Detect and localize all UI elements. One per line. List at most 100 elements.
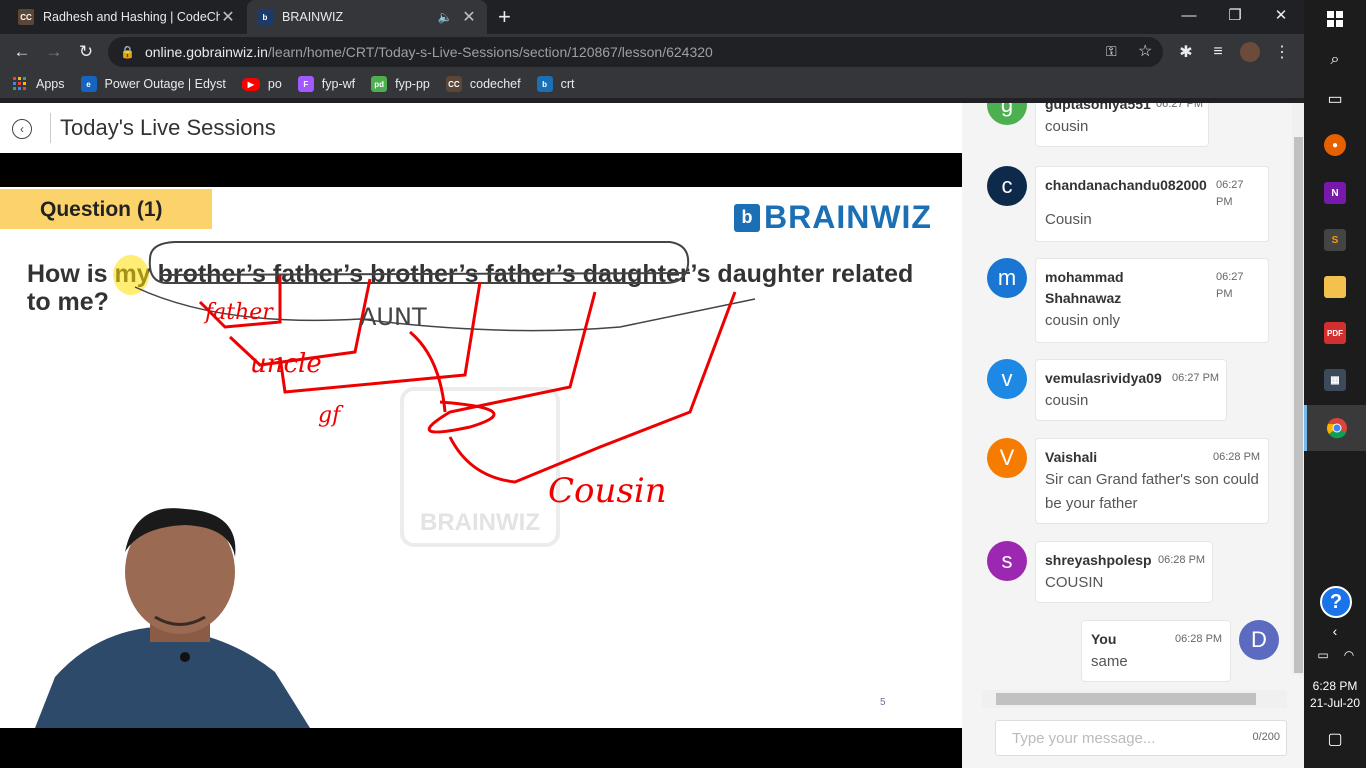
bookmark-apps[interactable]: Apps bbox=[12, 76, 65, 92]
tab-title: BRAINWIZ bbox=[282, 10, 344, 24]
slide-number: 5 bbox=[880, 697, 886, 708]
windows-start-icon[interactable] bbox=[1320, 4, 1350, 34]
username: mohammad Shahnawaz bbox=[1045, 269, 1124, 306]
username: chandanachandu082000 bbox=[1045, 177, 1207, 193]
media-control-icon[interactable]: ≡ bbox=[1206, 40, 1230, 64]
key-icon[interactable]: ⚿ bbox=[1106, 43, 1117, 60]
menu-icon[interactable]: ⋮ bbox=[1270, 40, 1294, 64]
avatar: c bbox=[987, 166, 1027, 206]
tab-brainwiz[interactable]: b BRAINWIZ 🔈 ✕ bbox=[247, 0, 487, 34]
strike-through bbox=[159, 272, 691, 276]
search-icon[interactable]: ⌕ bbox=[1320, 45, 1350, 75]
pdf-reader-icon[interactable]: PDF bbox=[1320, 318, 1350, 348]
back-button[interactable]: ← bbox=[10, 40, 34, 64]
onenote-icon[interactable]: N bbox=[1320, 178, 1350, 208]
back-circle-icon[interactable]: ‹ bbox=[12, 119, 32, 139]
restore-button[interactable]: ❐ bbox=[1212, 0, 1258, 30]
bookmark-fyp-pp[interactable]: pd fyp-pp bbox=[371, 76, 430, 92]
url-path: /learn/home/CRT/Today-s-Live-Sessions/se… bbox=[267, 44, 713, 60]
address-bar[interactable]: 🔒 online.gobrainwiz.in /learn/home/CRT/T… bbox=[108, 37, 1163, 67]
bookmarks-bar: Apps e Power Outage | Edyst ▶ po F fyp-w… bbox=[0, 70, 1304, 98]
slide: Question (1) b BRAINWIZ BRAINWIZ How is … bbox=[0, 187, 962, 728]
avatar: D bbox=[1239, 620, 1279, 660]
firefox-icon[interactable]: ● bbox=[1320, 130, 1350, 160]
lock-icon: 🔒 bbox=[120, 45, 135, 59]
clock-date: 21-Jul-20 bbox=[1309, 696, 1361, 710]
bookmark-edyst[interactable]: e Power Outage | Edyst bbox=[80, 76, 226, 92]
timestamp: 06:27 PM bbox=[1172, 372, 1220, 384]
task-view-icon[interactable]: ▭ bbox=[1320, 84, 1350, 114]
bookmark-label: Apps bbox=[36, 77, 65, 91]
codechef-favicon-icon: CC bbox=[18, 9, 34, 25]
sublime-text-icon[interactable]: S bbox=[1320, 225, 1350, 255]
forward-button[interactable]: → bbox=[42, 40, 66, 64]
system-clock[interactable]: 6:28 PM 21-Jul-20 bbox=[1304, 678, 1366, 712]
bookmark-po[interactable]: ▶ po bbox=[241, 77, 282, 91]
new-tab-button[interactable]: + bbox=[498, 4, 511, 30]
scroll-thumb[interactable] bbox=[996, 693, 1256, 705]
help-icon[interactable]: ? bbox=[1320, 586, 1352, 618]
message-bubble: mohammad Shahnawaz cousin only 06:27 PM bbox=[1035, 258, 1269, 343]
reload-button[interactable]: ↻ bbox=[74, 40, 98, 64]
message-text: cousin bbox=[1045, 118, 1089, 135]
avatar: s bbox=[987, 541, 1027, 581]
bookmark-codechef[interactable]: CC codechef bbox=[445, 76, 521, 92]
video-player[interactable]: Question (1) b BRAINWIZ BRAINWIZ How is … bbox=[0, 153, 962, 768]
chat-vertical-scrollbar[interactable] bbox=[1292, 103, 1304, 675]
timestamp: 06:27 PM bbox=[1156, 103, 1204, 110]
message-text: COUSIN bbox=[1045, 574, 1104, 591]
lesson-header: ‹ Today's Live Sessions bbox=[0, 103, 962, 153]
brainwiz-icon: b bbox=[536, 76, 553, 92]
divider bbox=[50, 113, 51, 143]
close-tab-icon[interactable]: ✕ bbox=[461, 7, 477, 27]
brainwiz-favicon-icon: b bbox=[257, 9, 273, 25]
audio-playing-icon[interactable]: 🔈 bbox=[437, 10, 453, 24]
avatar: V bbox=[987, 438, 1027, 478]
edyst-icon: e bbox=[80, 76, 97, 92]
bookmark-label: fyp-wf bbox=[321, 77, 356, 91]
pd-icon: pd bbox=[371, 76, 388, 92]
chat-messages[interactable]: g guptasoniya551 cousin 06:27 PM c chand… bbox=[978, 103, 1290, 691]
tab-codechef[interactable]: CC Radhesh and Hashing | CodeChef ✕ bbox=[8, 0, 246, 34]
message-text: same bbox=[1091, 653, 1128, 670]
chrome-icon[interactable] bbox=[1304, 405, 1366, 451]
message-bubble: Vaishali Sir can Grand father's son coul… bbox=[1035, 438, 1269, 524]
clock-time: 6:28 PM bbox=[1312, 679, 1358, 693]
bookmark-label: Power Outage | Edyst bbox=[104, 77, 226, 91]
annotation-gf: gf bbox=[318, 403, 344, 428]
message-text: Sir can Grand father's son could be your… bbox=[1045, 471, 1259, 512]
message-text: cousin only bbox=[1045, 312, 1121, 329]
message-text: cousin bbox=[1045, 392, 1089, 409]
bookmark-label: codechef bbox=[469, 77, 521, 91]
file-explorer-icon[interactable] bbox=[1320, 272, 1350, 302]
profile-avatar[interactable] bbox=[1240, 42, 1260, 62]
annotation-cousin: Cousin bbox=[548, 471, 667, 511]
red-connector bbox=[409, 330, 447, 413]
close-window-button[interactable]: ✕ bbox=[1258, 0, 1304, 30]
web-page: ‹ Today's Live Sessions Question (1) b B… bbox=[0, 103, 1304, 768]
wifi-icon[interactable]: ◠ bbox=[1334, 640, 1364, 670]
char-counter: 0/200 bbox=[1252, 731, 1280, 743]
notifications-icon[interactable]: ▢ bbox=[1320, 724, 1350, 754]
apps-grid-icon bbox=[12, 76, 28, 92]
bookmark-label: crt bbox=[560, 77, 575, 91]
highlight-circle bbox=[113, 255, 149, 295]
annotation-uncle: uncle bbox=[250, 349, 322, 379]
annotation-aunt: AUNT bbox=[360, 303, 427, 331]
bookmark-fyp-wf[interactable]: F fyp-wf bbox=[297, 76, 356, 92]
message-bubble: You same 06:28 PM bbox=[1081, 620, 1231, 682]
chat-horizontal-scrollbar[interactable] bbox=[982, 690, 1287, 708]
timestamp: 06:27 PM bbox=[1216, 271, 1244, 300]
timestamp: 06:27 PM bbox=[1216, 179, 1244, 208]
scroll-thumb[interactable] bbox=[1294, 137, 1303, 673]
bookmark-star-icon[interactable]: ☆ bbox=[1138, 41, 1152, 61]
message-bubble: vemulasrividya09 cousin 06:27 PM bbox=[1035, 359, 1227, 421]
close-tab-icon[interactable]: ✕ bbox=[220, 7, 236, 27]
bookmark-crt[interactable]: b crt bbox=[536, 76, 575, 92]
extensions-icon[interactable]: ✱ bbox=[1174, 40, 1198, 64]
minimize-button[interactable]: — bbox=[1166, 0, 1212, 30]
youtube-icon: ▶ bbox=[241, 77, 260, 91]
calculator-icon[interactable]: ▦ bbox=[1320, 365, 1350, 395]
chat-message-input[interactable] bbox=[996, 721, 1246, 755]
timestamp: 06:28 PM bbox=[1213, 451, 1261, 463]
